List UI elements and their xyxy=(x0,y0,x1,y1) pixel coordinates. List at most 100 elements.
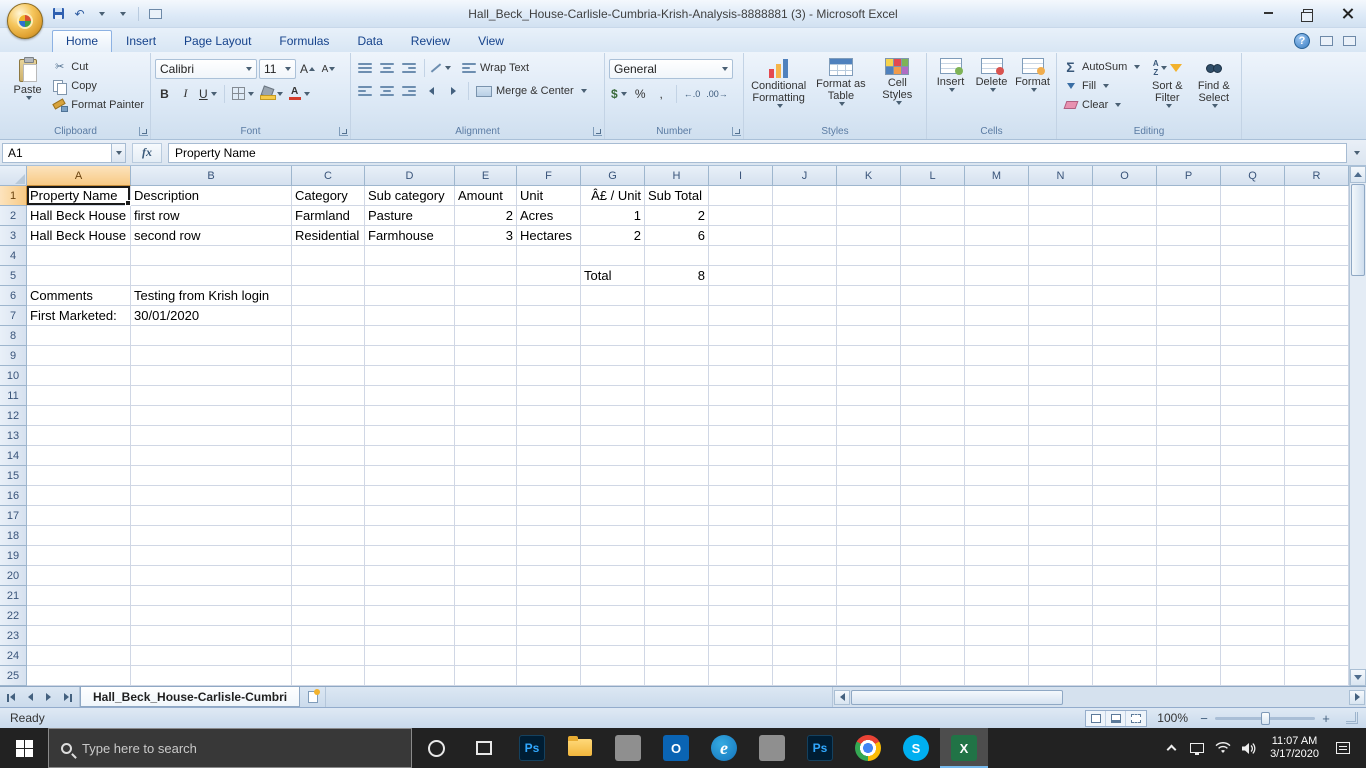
cell-K2[interactable] xyxy=(837,206,901,226)
cell-Q11[interactable] xyxy=(1221,386,1285,406)
format-painter-button[interactable]: Format Painter xyxy=(50,98,146,112)
cell-O20[interactable] xyxy=(1093,566,1157,586)
cell-N6[interactable] xyxy=(1029,286,1093,306)
cell-K24[interactable] xyxy=(837,646,901,666)
cell-B18[interactable] xyxy=(131,526,292,546)
cell-P24[interactable] xyxy=(1157,646,1221,666)
toolbar-options-button[interactable] xyxy=(147,5,164,22)
cell-A9[interactable] xyxy=(27,346,131,366)
row-header-8[interactable]: 8 xyxy=(0,326,27,346)
cell-I13[interactable] xyxy=(709,426,773,446)
column-header-D[interactable]: D xyxy=(365,166,455,186)
cell-E22[interactable] xyxy=(455,606,517,626)
cell-P6[interactable] xyxy=(1157,286,1221,306)
cell-B5[interactable] xyxy=(131,266,292,286)
cell-Q20[interactable] xyxy=(1221,566,1285,586)
cell-G17[interactable] xyxy=(581,506,645,526)
cell-L8[interactable] xyxy=(901,326,965,346)
cell-I10[interactable] xyxy=(709,366,773,386)
cell-R18[interactable] xyxy=(1285,526,1349,546)
row-header-1[interactable]: 1 xyxy=(0,186,27,206)
cell-O15[interactable] xyxy=(1093,466,1157,486)
cell-G4[interactable] xyxy=(581,246,645,266)
cell-Q19[interactable] xyxy=(1221,546,1285,566)
cell-K16[interactable] xyxy=(837,486,901,506)
cell-Q21[interactable] xyxy=(1221,586,1285,606)
italic-button[interactable]: I xyxy=(176,84,195,103)
cell-I12[interactable] xyxy=(709,406,773,426)
cell-A12[interactable] xyxy=(27,406,131,426)
cell-Q6[interactable] xyxy=(1221,286,1285,306)
cell-J10[interactable] xyxy=(773,366,837,386)
cell-R21[interactable] xyxy=(1285,586,1349,606)
cell-M3[interactable] xyxy=(965,226,1029,246)
cell-R11[interactable] xyxy=(1285,386,1349,406)
fill-button[interactable]: Fill xyxy=(1061,79,1144,93)
cell-L21[interactable] xyxy=(901,586,965,606)
cell-O7[interactable] xyxy=(1093,306,1157,326)
ribbon-options-button[interactable] xyxy=(1343,36,1356,46)
cell-B2[interactable]: first row xyxy=(131,206,292,226)
bold-button[interactable]: B xyxy=(155,84,174,103)
cell-P12[interactable] xyxy=(1157,406,1221,426)
cell-H1[interactable]: Sub Total xyxy=(645,186,709,206)
decrease-indent-button[interactable] xyxy=(421,82,441,100)
cell-M9[interactable] xyxy=(965,346,1029,366)
cell-G8[interactable] xyxy=(581,326,645,346)
cell-A17[interactable] xyxy=(27,506,131,526)
cell-J3[interactable] xyxy=(773,226,837,246)
cell-D24[interactable] xyxy=(365,646,455,666)
cell-D22[interactable] xyxy=(365,606,455,626)
cell-C15[interactable] xyxy=(292,466,365,486)
cell-M8[interactable] xyxy=(965,326,1029,346)
cell-H2[interactable]: 2 xyxy=(645,206,709,226)
cell-E8[interactable] xyxy=(455,326,517,346)
row-header-19[interactable]: 19 xyxy=(0,546,27,566)
cell-J7[interactable] xyxy=(773,306,837,326)
font-name-select[interactable]: Calibri xyxy=(155,59,257,79)
cell-O2[interactable] xyxy=(1093,206,1157,226)
cell-N3[interactable] xyxy=(1029,226,1093,246)
cell-J19[interactable] xyxy=(773,546,837,566)
cell-F25[interactable] xyxy=(517,666,581,686)
cell-I9[interactable] xyxy=(709,346,773,366)
cell-D19[interactable] xyxy=(365,546,455,566)
align-left-button[interactable] xyxy=(355,82,375,100)
font-size-select[interactable]: 11 xyxy=(259,59,296,79)
row-header-11[interactable]: 11 xyxy=(0,386,27,406)
cell-K21[interactable] xyxy=(837,586,901,606)
number-dialog-launcher[interactable] xyxy=(732,127,741,136)
resize-grip[interactable] xyxy=(1346,712,1358,724)
grow-font-button[interactable]: A xyxy=(298,60,317,79)
cell-M22[interactable] xyxy=(965,606,1029,626)
paste-button[interactable]: Paste xyxy=(5,55,50,123)
cell-G22[interactable] xyxy=(581,606,645,626)
first-sheet-button[interactable] xyxy=(5,690,20,705)
cell-B17[interactable] xyxy=(131,506,292,526)
merge-center-button[interactable]: Merge & Center xyxy=(474,84,589,98)
cell-H3[interactable]: 6 xyxy=(645,226,709,246)
cell-L6[interactable] xyxy=(901,286,965,306)
cell-Q24[interactable] xyxy=(1221,646,1285,666)
cell-A5[interactable] xyxy=(27,266,131,286)
increase-indent-button[interactable] xyxy=(443,82,463,100)
cell-B21[interactable] xyxy=(131,586,292,606)
cell-C7[interactable] xyxy=(292,306,365,326)
cell-G14[interactable] xyxy=(581,446,645,466)
zoom-thumb[interactable] xyxy=(1261,711,1270,725)
cell-R3[interactable] xyxy=(1285,226,1349,246)
cell-L23[interactable] xyxy=(901,626,965,646)
cell-L16[interactable] xyxy=(901,486,965,506)
cell-K18[interactable] xyxy=(837,526,901,546)
cell-L3[interactable] xyxy=(901,226,965,246)
cell-E19[interactable] xyxy=(455,546,517,566)
row-header-14[interactable]: 14 xyxy=(0,446,27,466)
tab-insert[interactable]: Insert xyxy=(112,30,170,52)
cell-J2[interactable] xyxy=(773,206,837,226)
sheet-tab[interactable]: Hall_Beck_House-Carlisle-Cumbri xyxy=(80,687,301,707)
cell-N22[interactable] xyxy=(1029,606,1093,626)
clipboard-dialog-launcher[interactable] xyxy=(139,127,148,136)
row-header-23[interactable]: 23 xyxy=(0,626,27,646)
cell-D1[interactable]: Sub category xyxy=(365,186,455,206)
taskbar-app-photoshop[interactable]: Ps xyxy=(508,728,556,768)
